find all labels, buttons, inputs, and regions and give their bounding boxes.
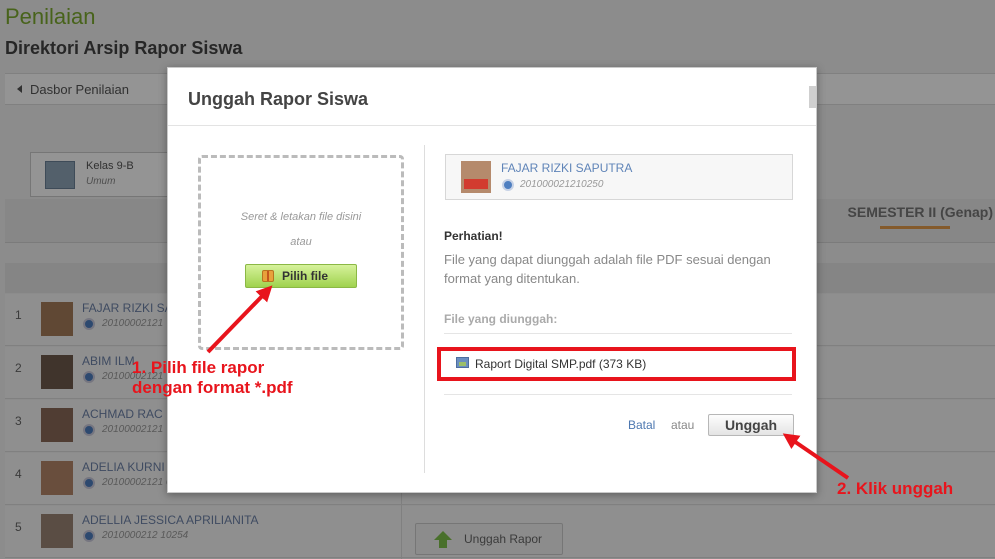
upload-button-label: Unggah [724,417,778,433]
step2-annotation: 2. Klik unggah [837,479,954,498]
school-badge-icon [502,179,514,191]
file-dropzone[interactable]: Seret & letakan file disini atau Pilih f… [198,155,404,350]
step1-line1: 1. Pilih file rapor [132,358,265,377]
student-id: 201000021210250 [520,179,604,190]
modal-header: Unggah Rapor Siswa [168,68,816,126]
modal-divider [424,145,425,473]
dropzone-text: Seret & letakan file disini [240,211,362,223]
cancel-link[interactable]: Batal [628,418,655,432]
divider [444,333,792,334]
step1-annotation: 1. Pilih file rapor dengan format *.pdf [132,358,293,398]
upload-modal: Unggah Rapor Siswa Seret & letakan file … [167,67,817,493]
student-card: FAJAR RIZKI SAPUTRA 201000021210250 [445,154,793,200]
student-name[interactable]: FAJAR RIZKI SAPUTRA [501,161,632,175]
upload-button[interactable]: Unggah [708,414,794,436]
avatar [461,161,491,193]
or-text: atau [671,418,695,432]
step1-line2: dengan format *.pdf [132,378,293,397]
notice-body: File yang dapat diunggah adalah file PDF… [444,252,771,286]
package-icon [262,270,274,282]
notice-title: Perhatian! [444,229,503,243]
pick-file-label: Pilih file [282,269,329,283]
scrollbar[interactable] [809,86,816,108]
uploaded-files-label: File yang diunggah: [444,312,558,326]
modal-title: Unggah Rapor Siswa [188,89,369,109]
file-highlight-box [437,347,796,381]
dropzone-or: atau [290,236,312,248]
pick-file-button[interactable]: Pilih file [245,264,357,288]
divider [444,394,792,395]
